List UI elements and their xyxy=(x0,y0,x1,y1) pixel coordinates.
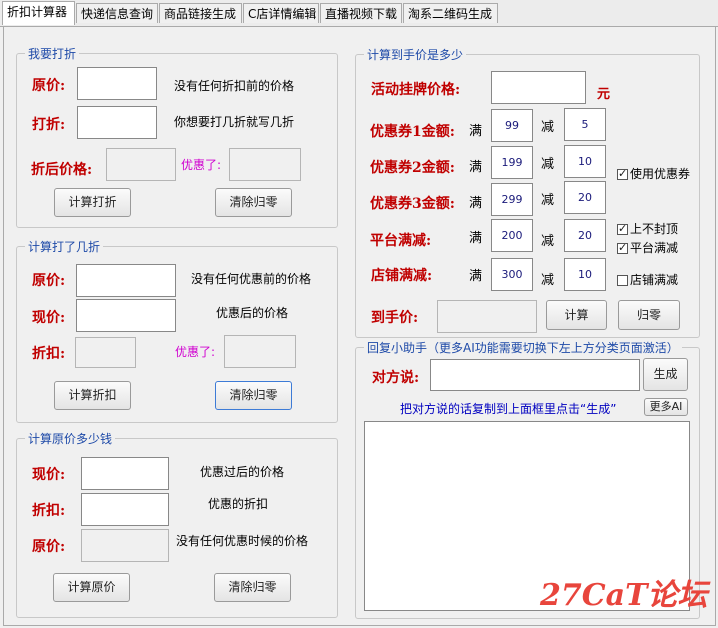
final-price-output xyxy=(437,300,537,333)
discount-input[interactable] xyxy=(77,106,157,139)
generate-button[interactable]: 生成 xyxy=(643,358,688,391)
coupon2-man: 满 xyxy=(469,160,483,175)
original-price-output-3 xyxy=(81,529,169,562)
coupon3-man: 满 xyxy=(469,196,483,211)
coupon3-jian: 减 xyxy=(541,193,555,208)
coupon1-man: 满 xyxy=(469,124,483,139)
coupon1-minus-input[interactable]: 5 xyxy=(564,108,606,141)
tab-discount-calculator[interactable]: 折扣计算器 xyxy=(2,1,75,25)
coupon3-label: 优惠券3金额: xyxy=(370,196,455,212)
saved-label: 优惠了: xyxy=(181,158,222,172)
discount-label-3: 折扣: xyxy=(32,503,66,519)
platform-discount-label: 平台满减: xyxy=(370,233,432,249)
discount-hint: 你想要打几折就写几折 xyxy=(174,115,295,129)
more-ai-button[interactable]: 更多AI xyxy=(644,398,688,416)
coupon3-threshold-input[interactable]: 299 xyxy=(491,183,533,216)
store-discount-checkbox[interactable]: 店铺满减 xyxy=(617,271,678,288)
watermark-logo: 27CaT论坛 xyxy=(540,578,708,613)
reply-assistant-title: 回复小助手（更多AI功能需要切换下左上方分类页面激活） xyxy=(364,339,682,356)
tab-bar: 折扣计算器 快递信息查询 商品链接生成 C店详情编辑 直播视频下载 淘系二维码生… xyxy=(0,0,718,27)
clear-button-1[interactable]: 清除归零 xyxy=(215,188,292,217)
coupon3-minus-input[interactable]: 20 xyxy=(564,181,606,214)
clear-button-3[interactable]: 清除归零 xyxy=(214,573,291,602)
coupon1-threshold-input[interactable]: 99 xyxy=(491,109,533,142)
calc-original-button[interactable]: 计算原价 xyxy=(53,573,130,602)
discount-group-title: 我要打折 xyxy=(25,45,80,62)
current-price-hint-3: 优惠过后的价格 xyxy=(200,465,285,479)
store-check-icon xyxy=(617,275,628,286)
clear-button-2[interactable]: 清除归零 xyxy=(215,381,292,410)
tab-live-video-download[interactable]: 直播视频下载 xyxy=(320,3,402,23)
current-price-label: 现价: xyxy=(32,310,66,326)
tab-link-generator[interactable]: 商品链接生成 xyxy=(159,3,242,23)
final-price-label: 到手价: xyxy=(371,310,419,326)
original-price-label-3: 原价: xyxy=(32,539,66,555)
store-man: 满 xyxy=(469,269,483,284)
reply-instruction: 把对方说的话复制到上面框里点击“生成” xyxy=(400,402,617,416)
other-says-label: 对方说: xyxy=(372,370,420,386)
list-price-label: 活动挂牌价格: xyxy=(371,82,461,98)
platform-check-label: 平台满减 xyxy=(630,241,679,255)
discount-hint-3: 优惠的折扣 xyxy=(208,497,269,511)
platform-man: 满 xyxy=(469,231,483,246)
discount-rate-output xyxy=(75,337,136,368)
use-coupon-checkbox[interactable]: 使用优惠券 xyxy=(617,165,690,182)
coupon1-label: 优惠券1金额: xyxy=(370,124,455,140)
tab-qrcode-generator[interactable]: 淘系二维码生成 xyxy=(403,3,498,23)
tab-express-query[interactable]: 快递信息查询 xyxy=(76,3,158,23)
yuan-unit: 元 xyxy=(597,87,611,102)
saved-label-2: 优惠了: xyxy=(175,345,216,359)
use-coupon-label: 使用优惠券 xyxy=(630,167,691,181)
original-price-input-2[interactable] xyxy=(76,264,176,297)
saved-output-2 xyxy=(224,335,296,368)
calc-final-price-button[interactable]: 计算 xyxy=(546,300,607,330)
discount-rate-label: 折扣: xyxy=(32,346,66,362)
store-threshold-input[interactable]: 300 xyxy=(491,258,533,291)
no-cap-label: 上不封顶 xyxy=(630,222,679,236)
discount-input-3[interactable] xyxy=(81,493,169,526)
coupon2-label: 优惠券2金额: xyxy=(370,160,455,176)
after-price-label: 折后价格: xyxy=(31,162,93,178)
coupon2-threshold-input[interactable]: 199 xyxy=(491,146,533,179)
current-price-label-3: 现价: xyxy=(32,467,66,483)
other-says-input[interactable] xyxy=(430,359,640,391)
use-coupon-check-icon xyxy=(617,167,628,180)
current-price-input-3[interactable] xyxy=(81,457,169,490)
list-price-input[interactable] xyxy=(491,71,586,104)
store-minus-input[interactable]: 10 xyxy=(564,258,606,291)
calc-discount-rate-button[interactable]: 计算折扣 xyxy=(54,381,131,410)
final-price-group-title: 计算到手价是多少 xyxy=(364,46,467,63)
store-discount-label: 店铺满减: xyxy=(371,268,433,284)
discount-label: 打折: xyxy=(32,117,66,133)
no-cap-check-icon xyxy=(617,222,628,235)
original-price-input[interactable] xyxy=(77,67,157,100)
platform-discount-checkbox[interactable]: 平台满减 xyxy=(617,239,678,256)
store-jian: 减 xyxy=(541,273,555,288)
reset-final-price-button[interactable]: 归零 xyxy=(618,300,680,330)
platform-threshold-input[interactable]: 200 xyxy=(491,219,533,252)
platform-minus-input[interactable]: 20 xyxy=(564,219,606,252)
saved-output xyxy=(229,148,301,181)
original-price-group-title: 计算原价多少钱 xyxy=(25,430,116,447)
calc-discount-button[interactable]: 计算打折 xyxy=(54,188,131,217)
current-price-hint: 优惠后的价格 xyxy=(216,306,289,320)
no-cap-checkbox[interactable]: 上不封顶 xyxy=(617,220,678,237)
original-price-label-2: 原价: xyxy=(32,273,66,289)
original-price-hint-2: 没有任何优惠前的价格 xyxy=(191,272,312,286)
store-check-label: 店铺满减 xyxy=(630,273,679,287)
platform-jian: 减 xyxy=(541,234,555,249)
coupon1-jian: 减 xyxy=(541,120,555,135)
current-price-input[interactable] xyxy=(76,299,176,332)
after-price-output xyxy=(106,148,176,181)
original-price-label: 原价: xyxy=(32,78,66,94)
coupon2-jian: 减 xyxy=(541,157,555,172)
original-price-hint-3: 没有任何优惠时候的价格 xyxy=(176,534,309,548)
discount-rate-group-title: 计算打了几折 xyxy=(25,238,104,255)
original-price-hint: 没有任何折扣前的价格 xyxy=(174,79,295,93)
coupon2-minus-input[interactable]: 10 xyxy=(564,145,606,178)
tab-c-store-editor[interactable]: C店详情编辑 xyxy=(243,3,319,23)
platform-check-icon xyxy=(617,241,628,254)
